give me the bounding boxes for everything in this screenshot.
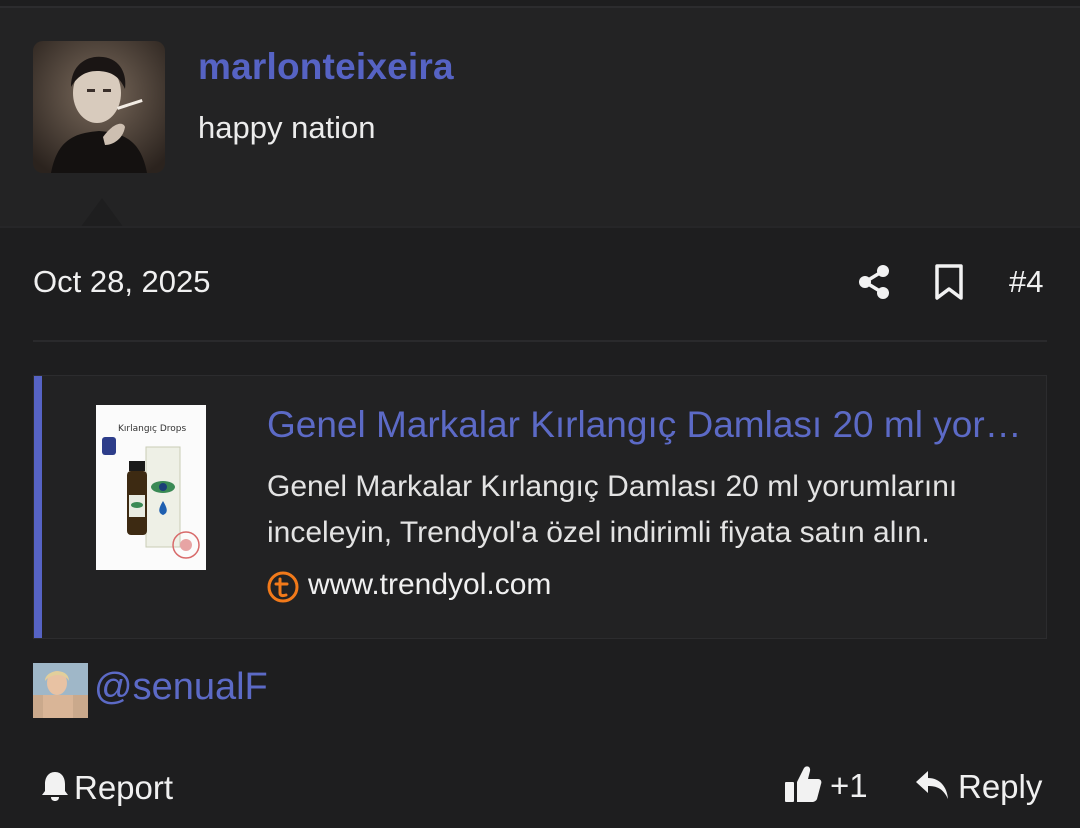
- report-label: Report: [74, 769, 174, 806]
- trendyol-icon: [267, 571, 299, 603]
- bell-icon: [40, 770, 70, 807]
- meta-divider: [33, 340, 1047, 342]
- preview-accent-bar: [34, 376, 42, 638]
- author-user-title: happy nation: [198, 110, 376, 145]
- like-count: +1: [830, 767, 868, 804]
- post-date[interactable]: Oct 28, 2025: [33, 264, 211, 300]
- thumb-label: Kırlangıç Drops: [118, 424, 186, 434]
- author-avatar[interactable]: [33, 41, 165, 173]
- thumbs-up-icon: [784, 764, 822, 809]
- preview-site-domain: www.trendyol.com: [308, 568, 552, 601]
- link-preview-card[interactable]: Kırlangıç Drops Genel Markalar Kırlangıç…: [33, 375, 1047, 639]
- preview-title[interactable]: Genel Markalar Kırlangıç Damlası 20 ml y…: [267, 404, 1022, 446]
- report-button[interactable]: Report: [40, 768, 173, 808]
- user-mention-link[interactable]: @senualF: [94, 666, 268, 709]
- post-number-link[interactable]: #4: [1009, 264, 1043, 300]
- header-pointer-arrow: [80, 198, 124, 228]
- bookmark-icon[interactable]: [933, 263, 965, 301]
- reply-arrow-icon: [914, 769, 950, 806]
- header-divider: [0, 226, 1080, 228]
- author-username[interactable]: marlonteixeira: [198, 46, 454, 88]
- preview-description: Genel Markalar Kırlangıç Damlası 20 ml y…: [267, 470, 958, 549]
- like-button[interactable]: +1: [784, 764, 868, 808]
- share-icon[interactable]: [856, 264, 892, 300]
- reply-label: Reply: [958, 768, 1043, 805]
- preview-thumbnail[interactable]: Kırlangıç Drops: [96, 405, 206, 570]
- reply-button[interactable]: Reply: [914, 766, 1042, 808]
- mention-avatar[interactable]: [33, 663, 88, 718]
